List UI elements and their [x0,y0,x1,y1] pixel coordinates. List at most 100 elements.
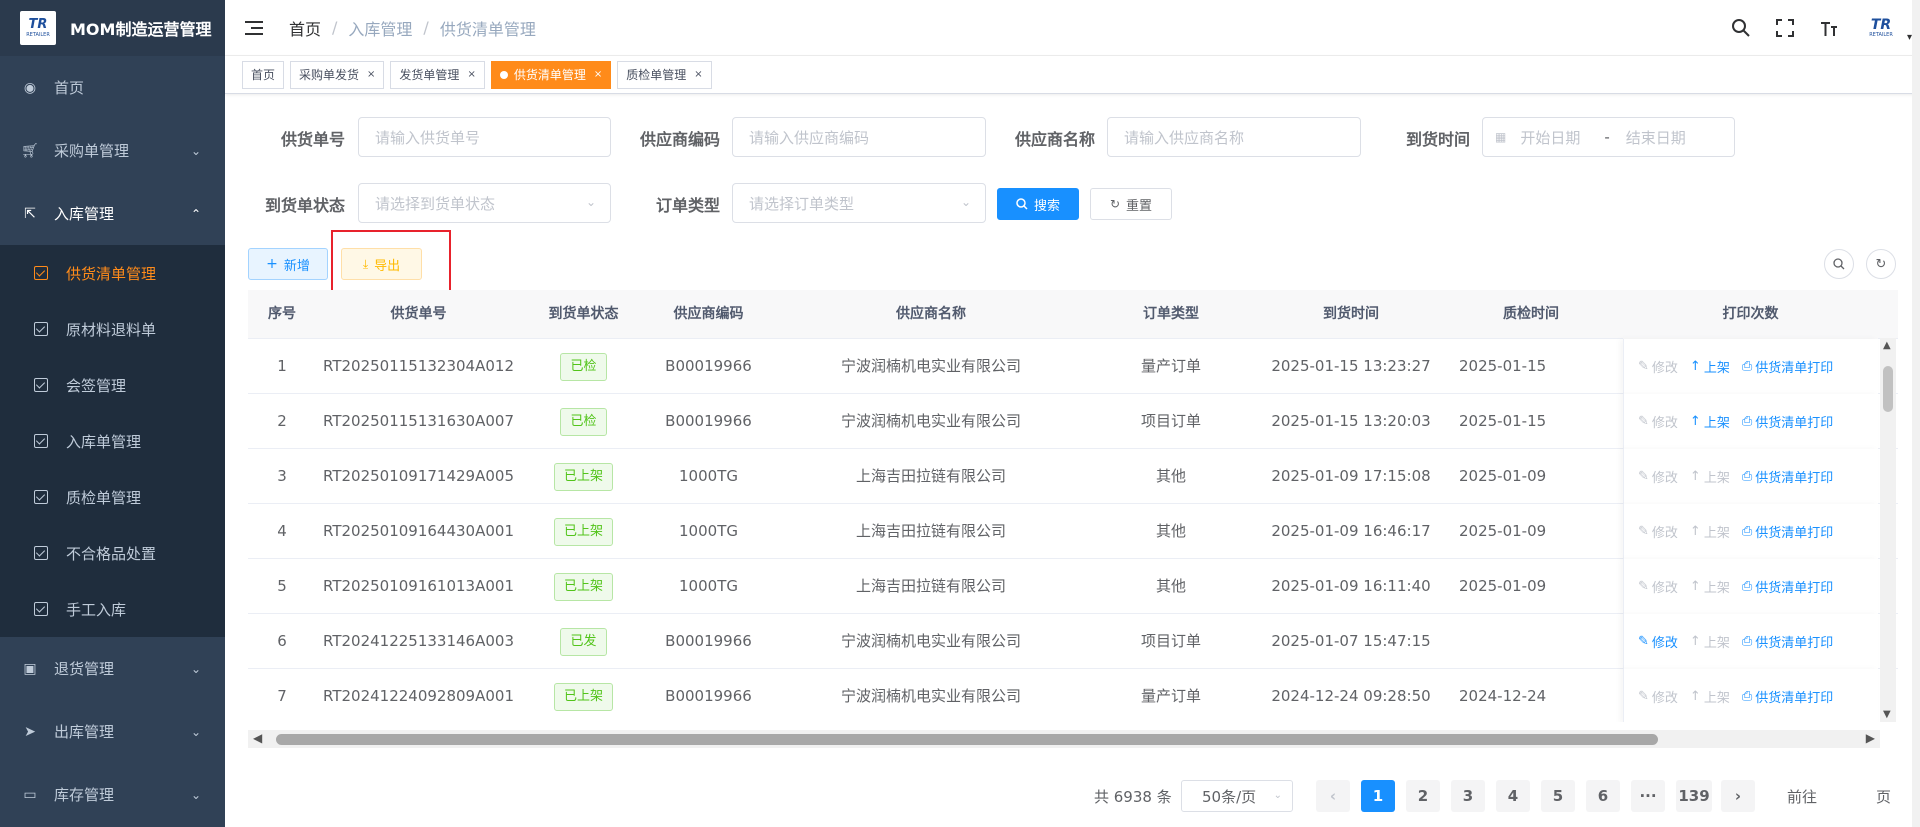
app-logo[interactable]: TR RETAILER MOM制造运营管理 [0,0,225,56]
page-scrollbar[interactable] [1912,0,1920,827]
sidebar-item-inventory[interactable]: ▭ 库存管理 ⌄ [0,763,225,826]
sidebar-item-returns[interactable]: ▣ 退货管理 ⌄ [0,637,225,700]
page-button[interactable]: 6 [1586,780,1620,812]
cell-idx: 6 [277,632,287,650]
reset-button[interactable]: ↻ 重置 [1090,188,1172,220]
page-size-select[interactable]: 50条/页 ⌄ [1181,780,1293,812]
fullscreen-icon[interactable] [1774,17,1796,39]
sidebar-item-purchase[interactable]: 🛒︎ 采购单管理 ⌄ [0,119,225,182]
more-pages-button[interactable]: ··· [1631,780,1665,812]
table-row[interactable]: 2 RT20250115131630A007 已检 B00019966 宁波润楠机电实业… [248,394,1898,449]
supply-no-input[interactable]: 请输入供货单号 [358,117,611,157]
sidebar-item-qc-order[interactable]: 质检单管理 [0,469,225,525]
edit-button[interactable]: ✎ 修改 [1638,467,1678,486]
table-row[interactable]: 4 RT20250109164430A001 已上架 1000TG 上海吉田拉链有限公司… [248,504,1898,559]
table-row[interactable]: 6 RT20241225133146A003 已发 B00019966 宁波润楠机电实业… [248,614,1898,669]
shelf-button[interactable]: ↑ 上架 [1690,467,1730,486]
scroll-right-icon[interactable]: ▶ [1866,731,1875,745]
sidebar-item-nonconforming[interactable]: 不合格品处置 [0,525,225,581]
table-row[interactable]: 1 RT20250115132304A012 已检 B00019966 宁波润楠机电实业… [248,339,1898,394]
tab-supply-list[interactable]: 供货清单管理 × [490,60,612,89]
placeholder: 请输入供应商编码 [749,128,870,147]
sidebar-item-manual-inbound[interactable]: 手工入库 [0,581,225,637]
sidebar-item-supply-list[interactable]: 供货清单管理 [0,245,225,301]
shelf-button[interactable]: ↑ 上架 [1690,632,1730,651]
toggle-search-button[interactable] [1824,249,1854,279]
page-button[interactable]: 2 [1406,780,1440,812]
search-icon[interactable] [1730,17,1752,39]
search-button[interactable]: 搜索 [997,188,1079,220]
tab-label: 质检单管理 [626,68,687,82]
vendor-name-input[interactable]: 请输入供应商名称 [1107,117,1361,157]
arrow-up-icon: ↑ [1689,359,1701,374]
tab-home[interactable]: 首页 [242,60,285,89]
sidebar-item-material-return[interactable]: 原材料退料单 [0,301,225,357]
tab-ship-order[interactable]: 发货单管理 × [390,60,485,89]
breadcrumb-home[interactable]: 首页 [289,16,321,40]
next-page-button[interactable]: › [1721,780,1755,812]
print-button[interactable]: ⎙ 供货清单打印 [1742,357,1833,376]
close-icon[interactable]: × [594,69,602,80]
cell-idx: 7 [277,687,287,705]
sidebar-item-countersign[interactable]: 会签管理 [0,357,225,413]
tab-qc-order[interactable]: 质检单管理 × [617,60,712,89]
tab-purchase-ship[interactable]: 采购单发货 × [290,60,385,89]
shelf-button[interactable]: ↑ 上架 [1690,522,1730,541]
row-actions: ✎ 修改 ↑ 上架 ⎙ 供货清单打印 [1623,394,1878,449]
scroll-thumb[interactable] [1883,366,1893,412]
page-button[interactable]: 139 [1676,780,1712,812]
scroll-thumb[interactable] [276,734,1658,745]
shelf-button[interactable]: ↑ 上架 [1690,412,1730,431]
horizontal-scrollbar[interactable]: ◀ ▶ [248,730,1880,748]
refresh-button[interactable]: ↻ [1866,249,1896,279]
shelf-button[interactable]: ↑ 上架 [1690,577,1730,596]
scroll-left-icon[interactable]: ◀ [253,731,262,745]
date-range-picker[interactable]: ▦ 开始日期 - 结束日期 [1482,117,1735,157]
add-button[interactable]: + 新增 [248,248,328,280]
close-icon[interactable]: × [694,69,702,80]
print-button[interactable]: ⎙ 供货清单打印 [1742,412,1833,431]
order-type-select[interactable]: 请选择订单类型 ⌄ [732,183,986,223]
action-label: 供货清单打印 [1755,526,1834,541]
avatar[interactable]: TR RETAILER ▾ [1862,13,1912,43]
scroll-up-icon[interactable]: ▲ [1883,340,1891,351]
edit-button[interactable]: ✎ 修改 [1638,357,1678,376]
print-button[interactable]: ⎙ 供货清单打印 [1742,577,1833,596]
print-button[interactable]: ⎙ 供货清单打印 [1742,467,1833,486]
print-button[interactable]: ⎙ 供货清单打印 [1742,632,1833,651]
scroll-down-icon[interactable]: ▼ [1883,709,1891,720]
print-button[interactable]: ⎙ 供货清单打印 [1742,687,1833,706]
close-icon[interactable]: × [367,69,375,80]
shelf-button[interactable]: ↑ 上架 [1690,687,1730,706]
hamburger-icon[interactable] [245,20,265,36]
sidebar-item-inbound[interactable]: ⇱ 入库管理 ⌃ [0,182,225,245]
table-row[interactable]: 5 RT20250109161013A001 已上架 1000TG 上海吉田拉链有限公司… [248,559,1898,614]
vertical-scrollbar[interactable]: ▲ ▼ [1880,338,1896,722]
edit-button[interactable]: ✎ 修改 [1638,687,1678,706]
page-button[interactable]: 4 [1496,780,1530,812]
print-button[interactable]: ⎙ 供货清单打印 [1742,522,1833,541]
button-label: 搜索 [1033,198,1060,214]
sidebar-item-home[interactable]: ◉ 首页 [0,56,225,119]
font-size-icon[interactable] [1818,17,1840,39]
printer-icon: ⎙ [1741,524,1753,539]
close-icon[interactable]: × [467,69,475,80]
prev-page-button[interactable]: ‹ [1316,780,1350,812]
table-row[interactable]: 7 RT20241224092809A001 已上架 B00019966 宁波润楠机电实… [248,669,1898,722]
breadcrumb-inbound: 入库管理 [348,19,413,39]
edit-button[interactable]: ✎ 修改 [1638,522,1678,541]
table-row[interactable]: 3 RT20250109171429A005 已上架 1000TG 上海吉田拉链有限公司… [248,449,1898,504]
page-button[interactable]: 3 [1451,780,1485,812]
sidebar-item-inbound-order[interactable]: 入库单管理 [0,413,225,469]
page-button[interactable]: 5 [1541,780,1575,812]
edit-button[interactable]: ✎ 修改 [1638,577,1678,596]
sidebar-item-outbound[interactable]: ➤ 出库管理 ⌄ [0,700,225,763]
vendor-code-input[interactable]: 请输入供应商编码 [732,117,986,157]
checkbox-icon [34,546,48,560]
status-select[interactable]: 请选择到货单状态 ⌄ [358,183,611,223]
shelf-button[interactable]: ↑ 上架 [1690,357,1730,376]
status-badge: 已上架 [553,572,613,601]
edit-button[interactable]: ✎ 修改 [1638,412,1678,431]
page-button[interactable]: 1 [1361,780,1395,812]
edit-button[interactable]: ✎ 修改 [1638,632,1678,651]
